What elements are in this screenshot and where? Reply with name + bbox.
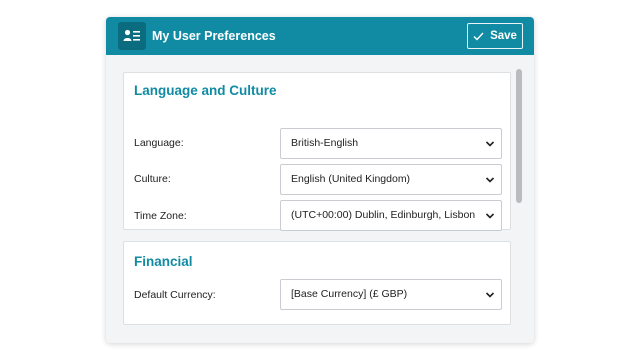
chevron-down-icon [485,292,495,298]
default-currency-select[interactable]: [Base Currency] (£ GBP) [280,279,502,310]
default-currency-select-value: [Base Currency] (£ GBP) [291,288,408,300]
chevron-down-icon [485,177,495,183]
default-currency-label: Default Currency: [134,289,216,301]
chevron-down-icon [485,213,495,219]
language-select-value: British-English [291,137,359,149]
culture-select[interactable]: English (United Kingdom) [280,164,502,195]
preferences-dialog: My User Preferences Save Language and Cu… [106,17,534,343]
time-zone-select-value: (UTC+00:00) Dublin, Edinburgh, Lisbon, L… [291,209,475,221]
user-list-icon [118,22,146,50]
culture-select-value: English (United Kingdom) [291,173,411,185]
save-button-label: Save [490,30,517,42]
preferences-body: Language and Culture Language: British-E… [106,55,534,343]
language-select[interactable]: British-English [280,128,502,159]
language-culture-section: Language and Culture Language: British-E… [123,72,511,231]
financial-section: Financial Default Currency: [Base Curren… [123,241,511,325]
checkmark-icon [473,32,484,41]
save-button[interactable]: Save [467,23,523,49]
page-title: My User Preferences [152,29,276,43]
section-title: Language and Culture [134,83,277,98]
dialog-header: My User Preferences Save [106,17,534,55]
section-title: Financial [134,254,193,269]
time-zone-select[interactable]: (UTC+00:00) Dublin, Edinburgh, Lisbon, L… [280,200,502,231]
time-zone-label: Time Zone: [134,210,187,222]
language-label: Language: [134,137,184,149]
chevron-down-icon [485,141,495,147]
culture-label: Culture: [134,173,171,185]
scrollbar-thumb[interactable] [516,69,522,203]
